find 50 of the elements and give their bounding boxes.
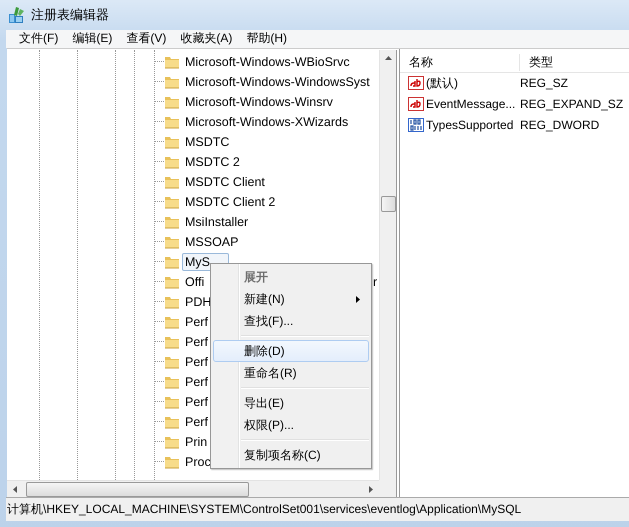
scrollbar-thumb[interactable] — [380, 196, 396, 212]
menu-item[interactable]: 查看(V) — [119, 30, 174, 48]
tree-item[interactable]: Perf — [182, 412, 211, 431]
value-name[interactable]: EventMessage... — [426, 97, 516, 112]
registry-icon — [8, 6, 26, 24]
menu-item[interactable]: 收藏夹(A) — [173, 30, 240, 48]
tree-item[interactable]: Perf — [182, 372, 211, 391]
tree-item[interactable]: Perf — [182, 392, 211, 411]
menu-item[interactable]: 删除(D) — [213, 340, 369, 362]
tree-item-text: r — [373, 274, 378, 289]
tree-item[interactable]: Perf — [182, 312, 211, 331]
horizontal-scrollbar[interactable] — [7, 480, 379, 498]
menu-item[interactable]: 权限(P)... — [213, 414, 369, 436]
menu-item[interactable]: 复制项名称(C) — [213, 444, 369, 466]
tree-item[interactable]: MSDTC 2 — [182, 152, 243, 171]
scrollbar-thumb[interactable] — [26, 482, 249, 497]
registry-path: 计算机\HKEY_LOCAL_MACHINE\SYSTEM\ControlSet001\services\eventlog\Application\MySQL — [7, 501, 522, 518]
menu-item[interactable]: 导出(E) — [213, 392, 369, 414]
tree-item[interactable]: Microsoft-Windows-Winsrv — [182, 92, 336, 111]
value-type: REG_EXPAND_SZ — [520, 97, 624, 112]
tree-item[interactable]: Perf — [182, 352, 211, 371]
value-name[interactable]: TypesSupported — [426, 118, 514, 132]
tree-item[interactable]: MSSOAP — [182, 232, 242, 251]
menu-item[interactable]: 查找(F)... — [213, 310, 369, 332]
menu-item[interactable]: 新建(N) — [213, 288, 369, 310]
column-header[interactable]: 类型 — [520, 54, 553, 71]
tree-item[interactable]: MSDTC Client 2 — [182, 192, 278, 211]
vertical-scrollbar[interactable] — [379, 50, 396, 480]
tree-item[interactable]: Prin — [182, 432, 210, 451]
menu-item[interactable]: 帮助(H) — [239, 30, 294, 48]
tree-item[interactable]: Microsoft-Windows-XWizards — [182, 112, 352, 131]
tree-item[interactable]: MsiInstaller — [182, 212, 252, 231]
string-value-icon — [408, 96, 424, 112]
menu-item[interactable]: 重命名(R) — [213, 362, 369, 384]
tree-item[interactable]: Microsoft-Windows-WBioSrvc — [182, 52, 353, 71]
menu-item[interactable]: 编辑(E) — [65, 30, 120, 48]
string-value-icon — [408, 75, 424, 92]
value-type: REG_DWORD — [520, 118, 600, 132]
value-type: REG_SZ — [520, 76, 568, 90]
tree-item[interactable]: Perf — [182, 332, 211, 351]
tree-item[interactable]: Microsoft-Windows-WindowsSyst — [182, 72, 373, 91]
column-header[interactable]: 名称 — [400, 54, 520, 71]
menu-item[interactable]: 文件(F) — [12, 30, 66, 48]
tree-item[interactable]: Proc — [182, 452, 214, 471]
tree-item[interactable]: MSDTC — [182, 132, 232, 151]
binary-value-icon — [408, 117, 424, 134]
value-name[interactable]: (默认) — [426, 74, 458, 92]
window-title: 注册表编辑器 — [31, 6, 109, 24]
tree-item[interactable]: Offi — [182, 272, 208, 291]
tree-item[interactable]: MSDTC Client — [182, 172, 268, 191]
